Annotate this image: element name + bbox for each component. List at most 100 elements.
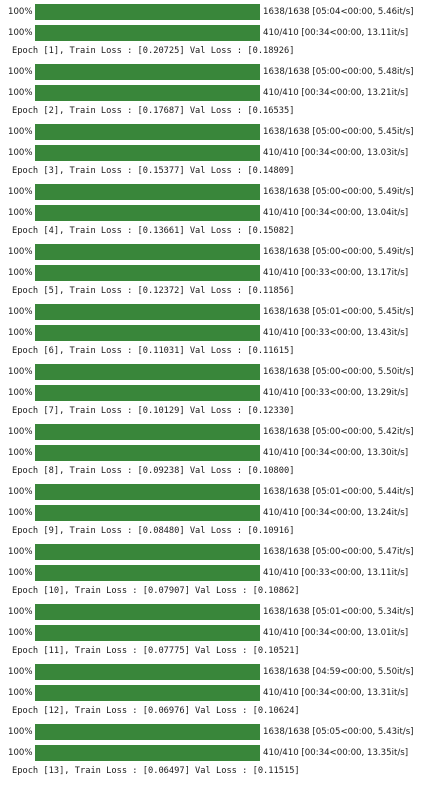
progress-percent-label: 100%: [8, 388, 33, 398]
epoch-summary-line: Epoch [6], Train Loss : [0.11031] Val Lo…: [12, 346, 295, 356]
progress-bar-fill: [35, 64, 260, 80]
progress-bar-fill: [35, 625, 260, 641]
progress-percent-label: 100%: [8, 307, 33, 317]
progress-stats: 1638/1638 [05:01<00:00, 5.44it/s]: [263, 487, 414, 497]
progress-bar-fill: [35, 685, 260, 701]
progress-bar-fill: [35, 244, 260, 260]
progress-stats: 410/410 [00:34<00:00, 13.24it/s]: [263, 508, 409, 518]
progress-percent-label: 100%: [8, 367, 33, 377]
progress-stats: 1638/1638 [05:01<00:00, 5.34it/s]: [263, 607, 414, 617]
epoch-summary-line: Epoch [9], Train Loss : [0.08480] Val Lo…: [12, 526, 295, 536]
progress-bar-fill: [35, 25, 260, 41]
progress-bar-track: [35, 325, 260, 341]
epoch-summary-line: Epoch [10], Train Loss : [0.07907] Val L…: [12, 586, 300, 596]
progress-bar-track: [35, 745, 260, 761]
progress-percent-label: 100%: [8, 148, 33, 158]
progress-stats: 1638/1638 [05:00<00:00, 5.50it/s]: [263, 367, 414, 377]
progress-bar-track: [35, 685, 260, 701]
val-progress-row: 100% 410/410 [00:34<00:00, 13.31it/s]: [0, 684, 446, 702]
progress-percent-label: 100%: [8, 628, 33, 638]
progress-percent-label: 100%: [8, 607, 33, 617]
progress-bar-fill: [35, 544, 260, 560]
progress-percent-label: 100%: [8, 748, 33, 758]
progress-bar-track: [35, 364, 260, 380]
progress-stats: 410/410 [00:34<00:00, 13.30it/s]: [263, 448, 409, 458]
progress-bar-track: [35, 664, 260, 680]
progress-stats: 410/410 [00:33<00:00, 13.11it/s]: [263, 568, 409, 578]
epoch-block: 100% 1638/1638 [05:01<00:00, 5.34it/s] 100…: [0, 603, 446, 660]
epoch-summary-line: Epoch [8], Train Loss : [0.09238] Val Lo…: [12, 466, 295, 476]
train-progress-row: 100% 1638/1638 [05:00<00:00, 5.47it/s]: [0, 543, 446, 561]
train-progress-row: 100% 1638/1638 [05:00<00:00, 5.49it/s]: [0, 243, 446, 261]
progress-bar-fill: [35, 184, 260, 200]
progress-bar-track: [35, 724, 260, 740]
epoch-block: 100% 1638/1638 [05:00<00:00, 5.47it/s] 100…: [0, 543, 446, 600]
epoch-summary-line: Epoch [3], Train Loss : [0.15377] Val Lo…: [12, 166, 295, 176]
progress-bar-track: [35, 385, 260, 401]
progress-bar-fill: [35, 145, 260, 161]
progress-stats: 1638/1638 [05:00<00:00, 5.45it/s]: [263, 127, 414, 137]
epoch-block: 100% 1638/1638 [05:00<00:00, 5.49it/s] 100…: [0, 183, 446, 240]
progress-bar-fill: [35, 205, 260, 221]
progress-bar-track: [35, 625, 260, 641]
progress-stats: 1638/1638 [05:00<00:00, 5.49it/s]: [263, 247, 414, 257]
progress-stats: 1638/1638 [05:00<00:00, 5.42it/s]: [263, 427, 414, 437]
training-output-log: 100% 1638/1638 [05:04<00:00, 5.46it/s] 100…: [0, 0, 446, 780]
val-progress-row: 100% 410/410 [00:33<00:00, 13.11it/s]: [0, 564, 446, 582]
val-progress-row: 100% 410/410 [00:34<00:00, 13.24it/s]: [0, 504, 446, 522]
progress-bar-fill: [35, 325, 260, 341]
progress-percent-label: 100%: [8, 187, 33, 197]
progress-stats: 1638/1638 [05:05<00:00, 5.43it/s]: [263, 727, 414, 737]
progress-bar-fill: [35, 445, 260, 461]
epoch-block: 100% 1638/1638 [05:04<00:00, 5.46it/s] 100…: [0, 3, 446, 60]
epoch-block: 100% 1638/1638 [04:59<00:00, 5.50it/s] 100…: [0, 663, 446, 720]
progress-bar-fill: [35, 424, 260, 440]
progress-percent-label: 100%: [8, 688, 33, 698]
progress-bar-fill: [35, 484, 260, 500]
progress-percent-label: 100%: [8, 568, 33, 578]
progress-stats: 410/410 [00:34<00:00, 13.31it/s]: [263, 688, 409, 698]
progress-percent-label: 100%: [8, 7, 33, 17]
progress-bar-fill: [35, 724, 260, 740]
progress-bar-track: [35, 4, 260, 20]
progress-stats: 1638/1638 [05:04<00:00, 5.46it/s]: [263, 7, 414, 17]
epoch-block: 100% 1638/1638 [05:05<00:00, 5.43it/s] 100…: [0, 723, 446, 780]
epoch-summary-line: Epoch [7], Train Loss : [0.10129] Val Lo…: [12, 406, 295, 416]
progress-bar-track: [35, 265, 260, 281]
train-progress-row: 100% 1638/1638 [05:00<00:00, 5.45it/s]: [0, 123, 446, 141]
progress-stats: 410/410 [00:34<00:00, 13.21it/s]: [263, 88, 409, 98]
train-progress-row: 100% 1638/1638 [05:01<00:00, 5.44it/s]: [0, 483, 446, 501]
progress-stats: 410/410 [00:34<00:00, 13.01it/s]: [263, 628, 409, 638]
progress-bar-fill: [35, 4, 260, 20]
epoch-summary-line: Epoch [4], Train Loss : [0.13661] Val Lo…: [12, 226, 295, 236]
progress-percent-label: 100%: [8, 247, 33, 257]
val-progress-row: 100% 410/410 [00:34<00:00, 13.04it/s]: [0, 204, 446, 222]
train-progress-row: 100% 1638/1638 [05:00<00:00, 5.48it/s]: [0, 63, 446, 81]
progress-bar-track: [35, 85, 260, 101]
val-progress-row: 100% 410/410 [00:34<00:00, 13.21it/s]: [0, 84, 446, 102]
epoch-summary-line: Epoch [12], Train Loss : [0.06976] Val L…: [12, 706, 300, 716]
progress-bar-track: [35, 505, 260, 521]
epoch-block: 100% 1638/1638 [05:00<00:00, 5.45it/s] 100…: [0, 123, 446, 180]
val-progress-row: 100% 410/410 [00:33<00:00, 13.17it/s]: [0, 264, 446, 282]
epoch-block: 100% 1638/1638 [05:00<00:00, 5.42it/s] 100…: [0, 423, 446, 480]
progress-percent-label: 100%: [8, 268, 33, 278]
progress-bar-track: [35, 424, 260, 440]
progress-bar-track: [35, 604, 260, 620]
epoch-summary-line: Epoch [2], Train Loss : [0.17687] Val Lo…: [12, 106, 295, 116]
progress-percent-label: 100%: [8, 727, 33, 737]
progress-bar-fill: [35, 505, 260, 521]
progress-percent-label: 100%: [8, 508, 33, 518]
progress-percent-label: 100%: [8, 427, 33, 437]
progress-percent-label: 100%: [8, 667, 33, 677]
progress-bar-fill: [35, 664, 260, 680]
val-progress-row: 100% 410/410 [00:34<00:00, 13.01it/s]: [0, 624, 446, 642]
progress-stats: 410/410 [00:33<00:00, 13.29it/s]: [263, 388, 409, 398]
progress-stats: 410/410 [00:33<00:00, 13.43it/s]: [263, 328, 409, 338]
progress-bar-track: [35, 244, 260, 260]
progress-percent-label: 100%: [8, 547, 33, 557]
progress-bar-fill: [35, 745, 260, 761]
progress-bar-track: [35, 484, 260, 500]
progress-percent-label: 100%: [8, 28, 33, 38]
progress-stats: 1638/1638 [05:00<00:00, 5.47it/s]: [263, 547, 414, 557]
